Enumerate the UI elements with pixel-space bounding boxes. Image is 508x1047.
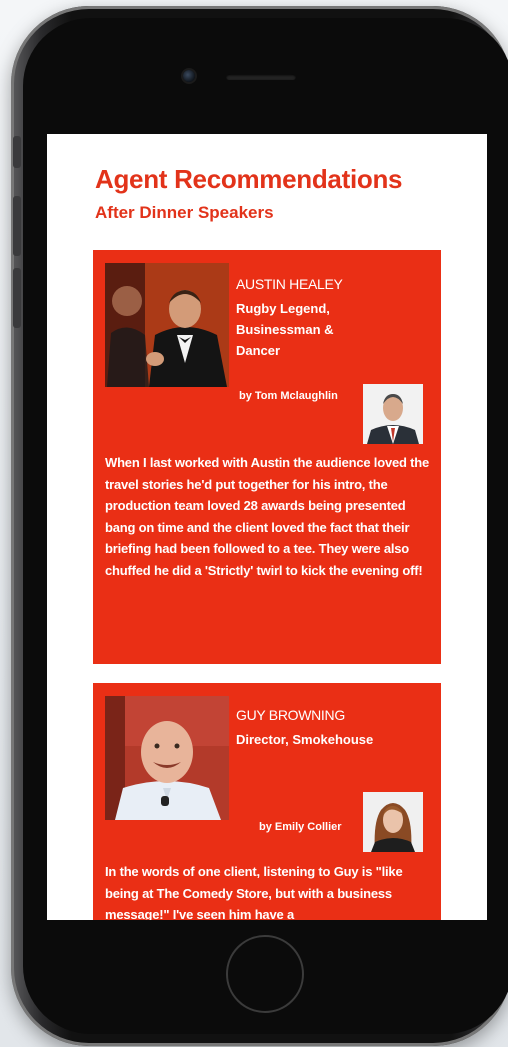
page-subtitle: After Dinner Speakers (95, 203, 274, 222)
recommendation-quote: When I last worked with Austin the audie… (105, 455, 430, 578)
page-title: Agent Recommendations (95, 164, 403, 194)
agent-byline: by Emily Collier (259, 821, 342, 833)
earpiece-speaker (226, 74, 296, 80)
recommendation-card[interactable]: AUSTIN HEALEY Rugby Legend, Businessman … (93, 250, 441, 664)
recommendation-quote: In the words of one client, listening to… (105, 864, 403, 920)
recommendation-card[interactable]: GUY BROWNING Director, Smokehouse by Emi… (93, 683, 441, 920)
volume-up-button (13, 196, 21, 256)
agent-photo (363, 792, 423, 852)
speaker-photo (105, 263, 229, 387)
speaker-role: Rugby Legend, Businessman & Dancer (236, 301, 334, 358)
speaker-photo (105, 696, 229, 820)
agent-byline: by Tom Mclaughlin (239, 390, 338, 402)
speaker-role: Director, Smokehouse (236, 732, 374, 747)
front-camera-icon (183, 70, 195, 82)
agent-photo-man-icon (363, 384, 423, 444)
mute-switch (13, 136, 21, 168)
phone-screen[interactable]: Agent Recommendations After Dinner Speak… (47, 134, 487, 920)
agent-photo (363, 384, 423, 444)
speaker-name: GUY BROWNING (236, 707, 345, 723)
speaker-name: AUSTIN HEALEY (236, 276, 343, 292)
home-button[interactable] (226, 935, 304, 1013)
speaker-photo-tuxedo-icon (105, 263, 229, 387)
volume-down-button (13, 268, 21, 328)
agent-photo-woman-icon (363, 792, 423, 852)
speaker-photo-bald-man-icon (105, 696, 229, 820)
